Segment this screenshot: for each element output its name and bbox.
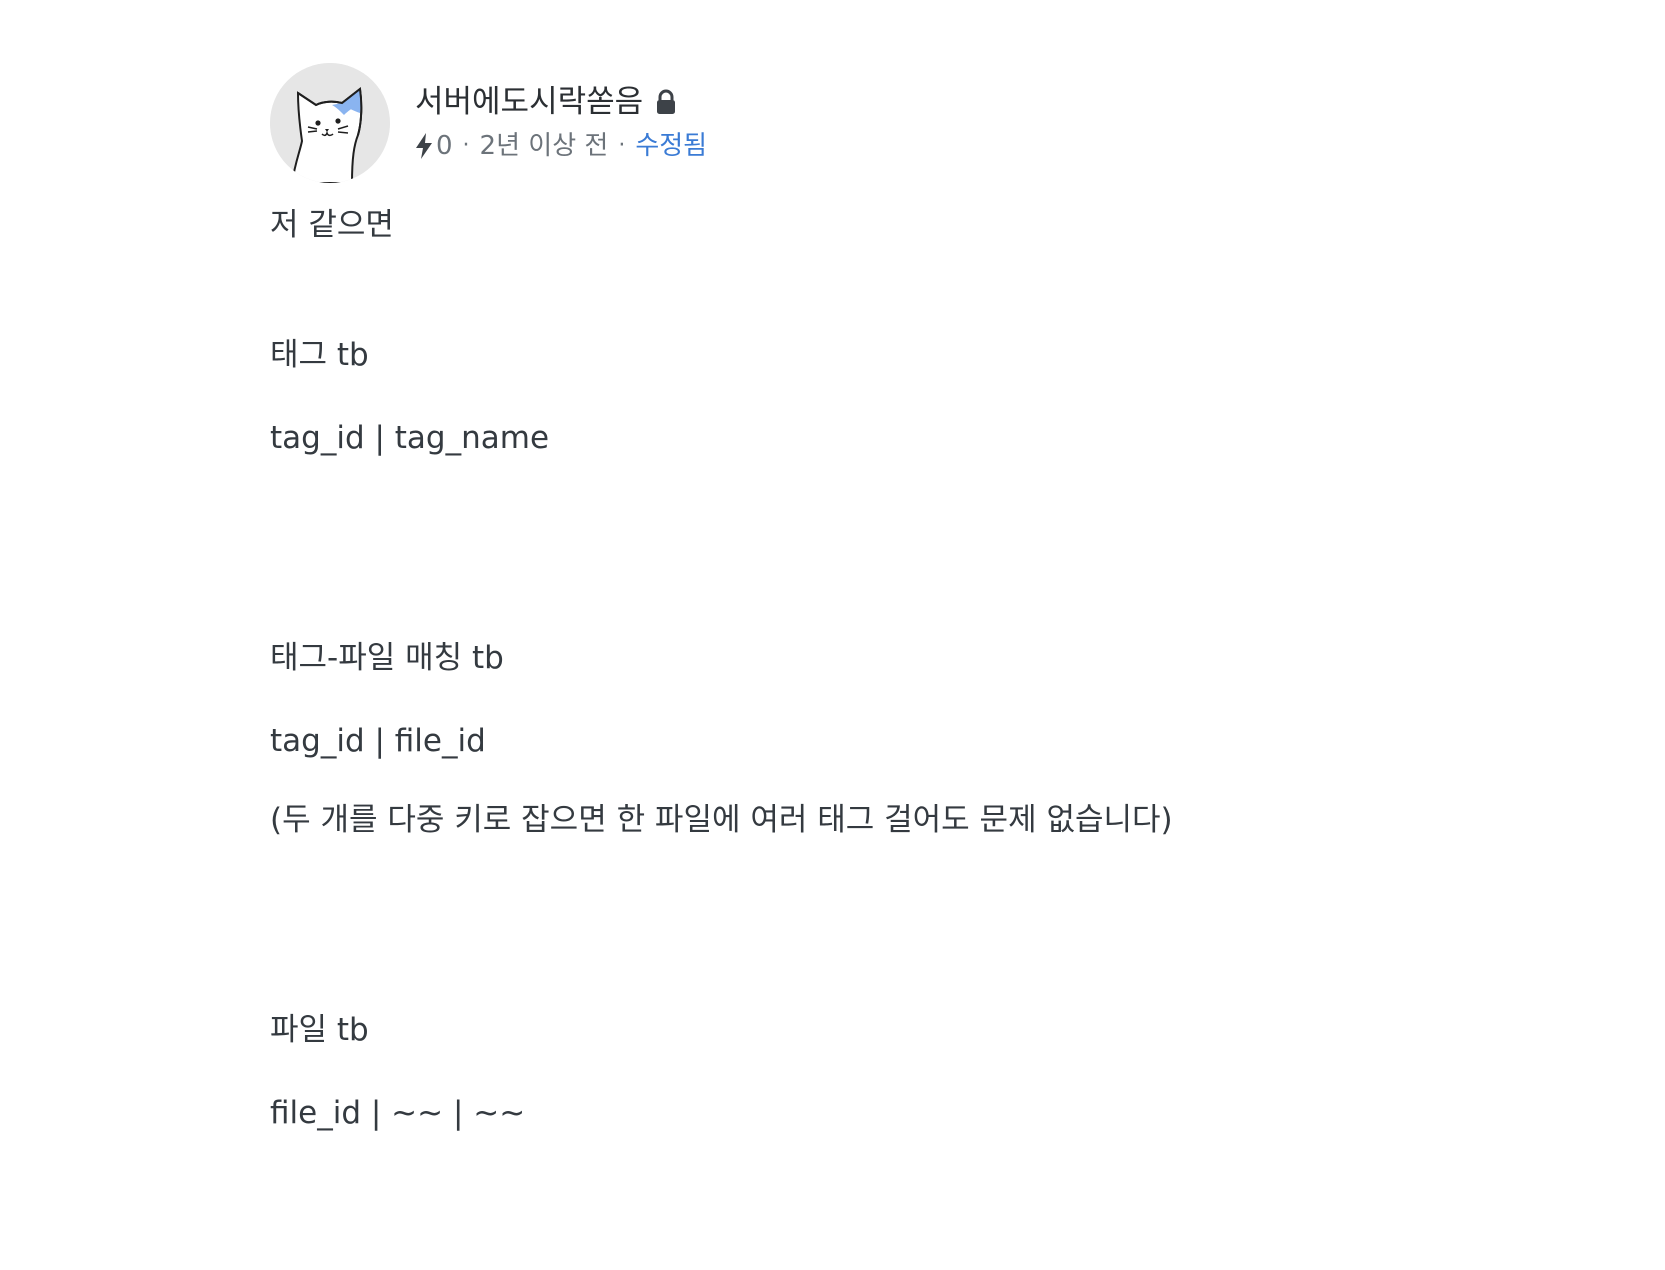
- comment-post: 서버에도시락쏟음 0 · 2년 이상 전 · 수정됨 저 같으면 태그 tb t…: [270, 63, 1390, 1133]
- author-name[interactable]: 서버에도시락쏟음: [415, 82, 643, 122]
- body-line: 저 같으면: [270, 207, 394, 243]
- post-time: 2년 이상 전: [479, 131, 609, 161]
- body-line: tag_id | tag_name: [270, 420, 550, 456]
- bolt-icon[interactable]: [415, 132, 433, 160]
- body-line: 태그-파일 매칭 tb: [270, 640, 504, 676]
- lock-icon: [655, 89, 677, 115]
- edited-label[interactable]: 수정됨: [635, 128, 707, 164]
- body-line: 태그 tb: [270, 337, 369, 373]
- meta-separator: ·: [462, 133, 470, 158]
- comment-body: 저 같으면 태그 tb tag_id | tag_name 태그-파일 매칭 t…: [270, 205, 1390, 1133]
- body-line: 파일 tb: [270, 1012, 369, 1048]
- body-line: file_id | ~~ | ~~: [270, 1095, 526, 1131]
- meta-separator: ·: [618, 133, 626, 158]
- avatar[interactable]: [270, 63, 390, 183]
- vote-count: 0: [436, 131, 453, 161]
- author-info: 서버에도시락쏟음 0 · 2년 이상 전 · 수정됨: [415, 82, 707, 164]
- body-line: (두 개를 다중 키로 잡으면 한 파일에 여러 태그 걸어도 문제 없습니다): [270, 802, 1173, 838]
- cat-avatar-icon: [270, 63, 390, 183]
- body-line: tag_id | file_id: [270, 723, 486, 759]
- author-name-row: 서버에도시락쏟음: [415, 82, 707, 122]
- author-row: 서버에도시락쏟음 0 · 2년 이상 전 · 수정됨: [270, 63, 1390, 183]
- meta-row: 0 · 2년 이상 전 · 수정됨: [415, 128, 707, 164]
